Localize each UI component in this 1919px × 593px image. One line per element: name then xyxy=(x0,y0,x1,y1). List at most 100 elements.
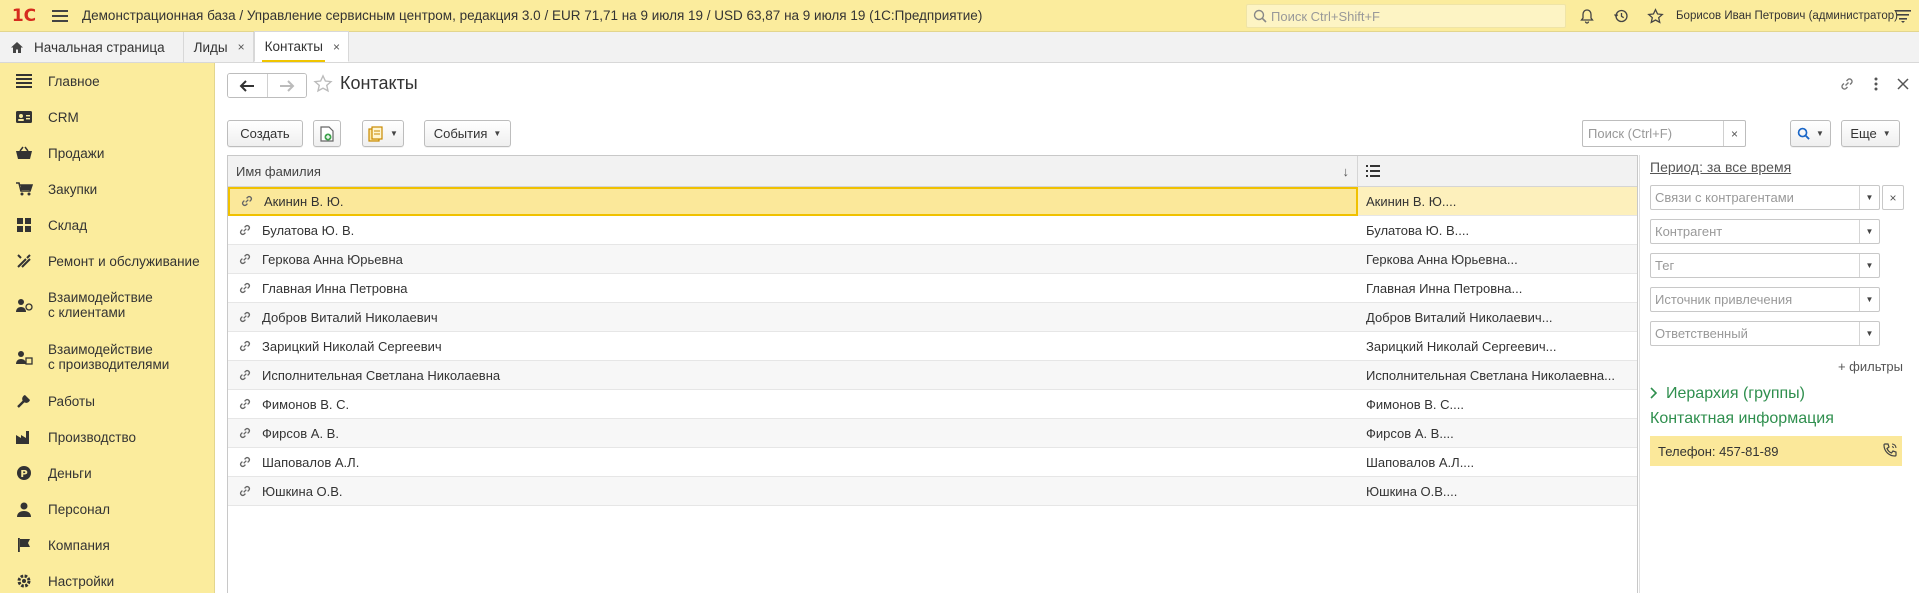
link-icon[interactable] xyxy=(228,223,262,237)
favorites-star-icon[interactable] xyxy=(1645,6,1665,26)
link-icon[interactable] xyxy=(1838,75,1856,93)
create-copy-button[interactable] xyxy=(313,120,341,147)
table-row[interactable]: Геркова Анна Юрьевна Геркова Анна Юрьевна… xyxy=(228,245,1637,274)
name-cell[interactable]: Зарицкий Николай Сергеевич xyxy=(228,332,1358,361)
settings-menu-icon[interactable] xyxy=(1893,6,1913,26)
more-actions-icon[interactable] xyxy=(1867,75,1885,93)
name-cell[interactable]: Главная Инна Петровна xyxy=(228,274,1358,303)
clear-search-icon[interactable]: × xyxy=(1723,121,1745,146)
name-cell[interactable]: Булатова Ю. В. xyxy=(228,216,1358,245)
link-icon[interactable] xyxy=(230,194,264,208)
forward-button[interactable] xyxy=(266,74,306,97)
column-header-representation[interactable] xyxy=(1358,156,1637,186)
chevron-down-icon[interactable]: ▼ xyxy=(1859,288,1879,311)
close-form-icon[interactable] xyxy=(1894,75,1912,93)
list-search-input[interactable]: Поиск (Ctrl+F) × xyxy=(1582,120,1746,147)
name-cell[interactable]: Добров Виталий Николаевич xyxy=(228,303,1358,332)
clear-filter-icon[interactable]: × xyxy=(1882,185,1904,210)
link-icon[interactable] xyxy=(228,281,262,295)
sort-descending-icon[interactable]: ↓ xyxy=(1343,164,1350,179)
back-button[interactable] xyxy=(228,74,267,97)
sidebar-item-crm[interactable]: CRM xyxy=(0,99,214,135)
tab-home[interactable]: Начальная страница xyxy=(0,32,184,62)
close-icon[interactable]: × xyxy=(333,40,340,54)
add-filters-link[interactable]: + фильтры xyxy=(1838,359,1903,374)
sidebar-item-label: Закупки xyxy=(48,181,98,197)
link-icon[interactable] xyxy=(228,397,262,411)
main-menu-icon[interactable] xyxy=(46,0,74,32)
filter-responsible[interactable]: Ответственный ▼ xyxy=(1650,321,1880,346)
filter-source[interactable]: Источник привлечения ▼ xyxy=(1650,287,1880,312)
tab-contacts-label: Контакты xyxy=(264,39,323,54)
tab-contacts[interactable]: Контакты × xyxy=(253,31,349,62)
global-search-input[interactable]: Поиск Ctrl+Shift+F xyxy=(1246,4,1566,28)
table-row[interactable]: Фирсов А. В. Фирсов А. В.... xyxy=(228,419,1637,448)
table-row[interactable]: Исполнительная Светлана Николаевна Исполн… xyxy=(228,361,1637,390)
name-cell[interactable]: Фимонов В. С. xyxy=(228,390,1358,419)
create-button[interactable]: Создать xyxy=(227,120,303,147)
more-button[interactable]: Еще ▼ xyxy=(1841,120,1900,147)
sidebar-item-repair[interactable]: Ремонт и обслуживание xyxy=(0,243,214,279)
current-user[interactable]: Борисов Иван Петрович (администратор) xyxy=(1676,0,1898,32)
filter-counterparty-links[interactable]: Связи с контрагентами ▼ xyxy=(1650,185,1880,210)
table-row[interactable]: Акинин В. Ю. Акинин В. Ю.... xyxy=(228,186,1637,216)
link-icon[interactable] xyxy=(228,426,262,440)
print-documents-button[interactable]: ▼ xyxy=(362,120,404,147)
name-cell[interactable]: Фирсов А. В. xyxy=(228,419,1358,448)
sidebar-item-sales[interactable]: Продажи xyxy=(0,135,214,171)
app-logo[interactable]: 1C xyxy=(4,0,44,32)
representation-cell: Геркова Анна Юрьевна... xyxy=(1366,251,1518,267)
chevron-down-icon[interactable]: ▼ xyxy=(1859,254,1879,277)
link-icon[interactable] xyxy=(228,252,262,266)
history-icon[interactable] xyxy=(1611,6,1631,26)
table-row[interactable]: Булатова Ю. В. Булатова Ю. В.... xyxy=(228,216,1637,245)
search-options-button[interactable]: ▼ xyxy=(1790,120,1831,147)
sidebar-item-works[interactable]: Работы xyxy=(0,383,214,419)
sidebar-item-label: Ремонт и обслуживание xyxy=(48,253,200,269)
link-icon[interactable] xyxy=(228,310,262,324)
filter-counterparty[interactable]: Контрагент ▼ xyxy=(1650,219,1880,244)
chevron-down-icon[interactable]: ▼ xyxy=(1859,220,1879,243)
table-row[interactable]: Главная Инна Петровна Главная Инна Петров… xyxy=(228,274,1637,303)
global-search-placeholder: Поиск Ctrl+Shift+F xyxy=(1271,8,1380,24)
sidebar-item-manufacturer-interaction[interactable]: Взаимодействие с производителями xyxy=(0,331,214,383)
link-icon[interactable] xyxy=(228,339,262,353)
chevron-right-icon xyxy=(1650,386,1658,402)
link-icon[interactable] xyxy=(228,484,262,498)
name-cell[interactable]: Акинин В. Ю. xyxy=(228,186,1358,216)
sidebar-item-staff[interactable]: Персонал xyxy=(0,491,214,527)
sidebar-item-production[interactable]: Производство xyxy=(0,419,214,455)
chevron-down-icon[interactable]: ▼ xyxy=(1859,186,1879,209)
sidebar-item-company[interactable]: Компания xyxy=(0,527,214,563)
add-to-favorites-star-icon[interactable] xyxy=(313,74,333,97)
chevron-down-icon[interactable]: ▼ xyxy=(1859,322,1879,345)
filter-tag[interactable]: Тег ▼ xyxy=(1650,253,1880,278)
phone-call-icon[interactable] xyxy=(1882,442,1898,461)
name-cell[interactable]: Исполнительная Светлана Николаевна xyxy=(228,361,1358,390)
events-button[interactable]: События ▼ xyxy=(424,120,511,147)
hierarchy-section-toggle[interactable]: Иерархия (группы) xyxy=(1650,385,1805,403)
link-icon[interactable] xyxy=(228,455,262,469)
sidebar-item-money[interactable]: P Деньги xyxy=(0,455,214,491)
table-row[interactable]: Юшкина О.В. Юшкина О.В.... xyxy=(228,477,1637,506)
name-cell[interactable]: Юшкина О.В. xyxy=(228,477,1358,506)
column-header-name[interactable]: Имя фамилия ↓ xyxy=(228,156,1358,186)
name-cell[interactable]: Шаповалов А.Л. xyxy=(228,448,1358,477)
table-row[interactable]: Шаповалов А.Л. Шаповалов А.Л.... xyxy=(228,448,1637,477)
name-cell[interactable]: Геркова Анна Юрьевна xyxy=(228,245,1358,274)
table-row[interactable]: Добров Виталий Николаевич Добров Виталий … xyxy=(228,303,1637,332)
table-row[interactable]: Зарицкий Николай Сергеевич Зарицкий Никол… xyxy=(228,332,1637,361)
bell-icon[interactable] xyxy=(1577,6,1597,26)
phone-contact-item[interactable]: Телефон: 457-81-89 xyxy=(1650,436,1902,466)
sidebar-item-settings[interactable]: Настройки xyxy=(0,563,214,593)
sidebar-item-client-interaction[interactable]: Взаимодействие с клиентами xyxy=(0,279,214,331)
table-row[interactable]: Фимонов В. С. Фимонов В. С.... xyxy=(228,390,1637,419)
link-icon[interactable] xyxy=(228,368,262,382)
sidebar-item-main[interactable]: Главное xyxy=(0,63,214,99)
period-link[interactable]: Период: за все время xyxy=(1650,159,1791,175)
sidebar-item-warehouse[interactable]: Склад xyxy=(0,207,214,243)
sidebar-item-purchases[interactable]: Закупки xyxy=(0,171,214,207)
close-icon[interactable]: × xyxy=(238,40,245,54)
contacts-table: Имя фамилия ↓ Акинин В. Ю. Акинин В. Ю...… xyxy=(227,155,1638,593)
tab-leads[interactable]: Лиды × xyxy=(184,32,254,62)
